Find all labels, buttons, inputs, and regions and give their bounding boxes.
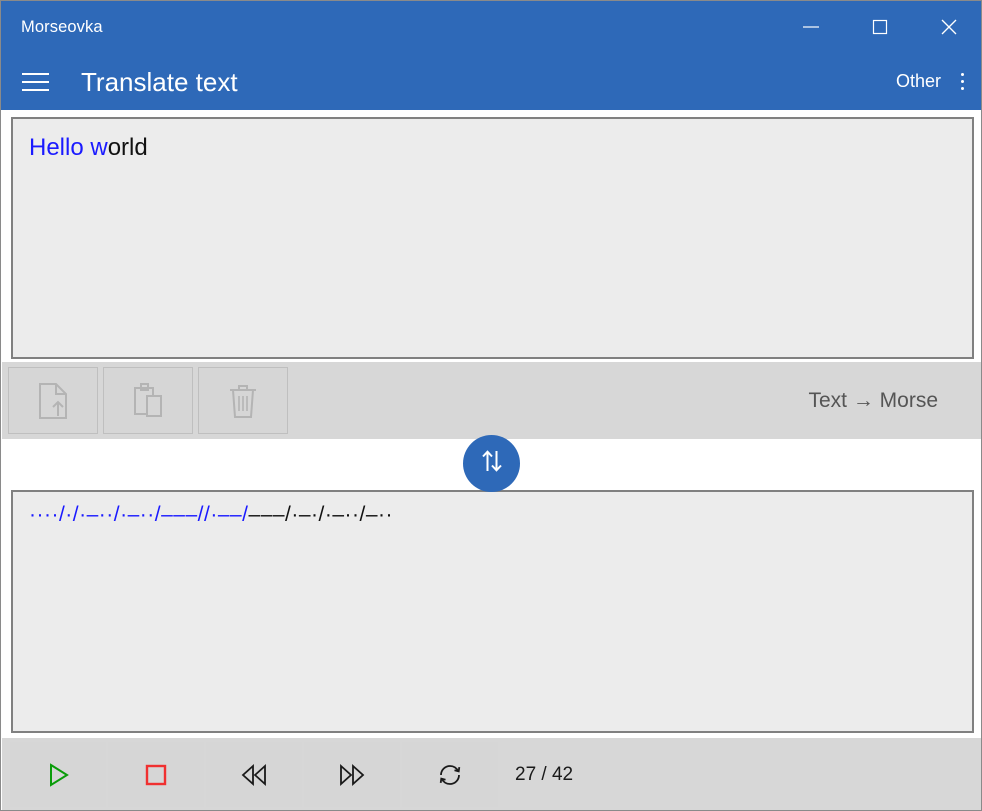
hamburger-menu-icon[interactable] [11, 60, 59, 104]
minimize-button[interactable] [776, 1, 845, 53]
maximize-button[interactable] [845, 1, 914, 53]
file-upload-icon [36, 382, 70, 420]
app-window: Morseovka Translate text Other Hello wor… [0, 0, 982, 811]
swap-direction-button[interactable] [463, 435, 520, 492]
app-bar-actions: Other [890, 62, 981, 102]
source-toolbar: Text → Morse [2, 362, 981, 439]
forward-button[interactable] [304, 742, 400, 807]
swap-vertical-icon [477, 446, 507, 481]
minimize-icon [799, 15, 823, 39]
play-icon [44, 761, 72, 789]
player-toolbar: 27 / 42 [2, 738, 981, 810]
morse-text-untranslated: –––/·–·/·–··/–·· [248, 503, 394, 526]
clear-button[interactable] [198, 367, 288, 434]
close-button[interactable] [914, 1, 981, 53]
repeat-button[interactable] [402, 742, 498, 807]
overflow-menu-icon[interactable] [947, 62, 977, 102]
source-text-content: Hello world [13, 119, 972, 177]
stop-icon [142, 761, 170, 789]
close-icon [936, 14, 962, 40]
window-controls [776, 1, 981, 53]
load-file-button[interactable] [8, 367, 98, 434]
other-menu-button[interactable]: Other [890, 63, 947, 100]
source-text-area[interactable]: Hello world [11, 117, 974, 359]
translation-direction-label: Text → Morse [808, 388, 938, 412]
morse-output-area[interactable]: ····/·/·–··/·–··/–––//·––/–––/·–·/·–··/–… [11, 490, 974, 733]
morse-text-translated: ····/·/·–··/·–··/–––//·––/ [29, 503, 249, 526]
source-text-translated: Hello w [29, 134, 108, 161]
stop-button[interactable] [108, 742, 204, 807]
trash-icon [228, 382, 258, 420]
playback-counter: 27 / 42 [515, 763, 574, 785]
page-title: Translate text [81, 66, 238, 97]
source-text-untranslated: orld [107, 134, 148, 161]
window-titlebar: Morseovka [1, 1, 981, 53]
maximize-icon [868, 15, 892, 39]
morse-output-content: ····/·/·–··/·–··/–––//·––/–––/·–·/·–··/–… [13, 492, 972, 542]
app-bar: Translate text Other [1, 53, 981, 110]
rewind-button[interactable] [206, 742, 302, 807]
paste-button[interactable] [103, 367, 193, 434]
fast-forward-icon [335, 762, 369, 788]
play-button[interactable] [10, 742, 106, 807]
clipboard-paste-icon [131, 382, 165, 420]
repeat-icon [435, 760, 465, 790]
rewind-icon [237, 762, 271, 788]
window-title: Morseovka [21, 18, 103, 36]
